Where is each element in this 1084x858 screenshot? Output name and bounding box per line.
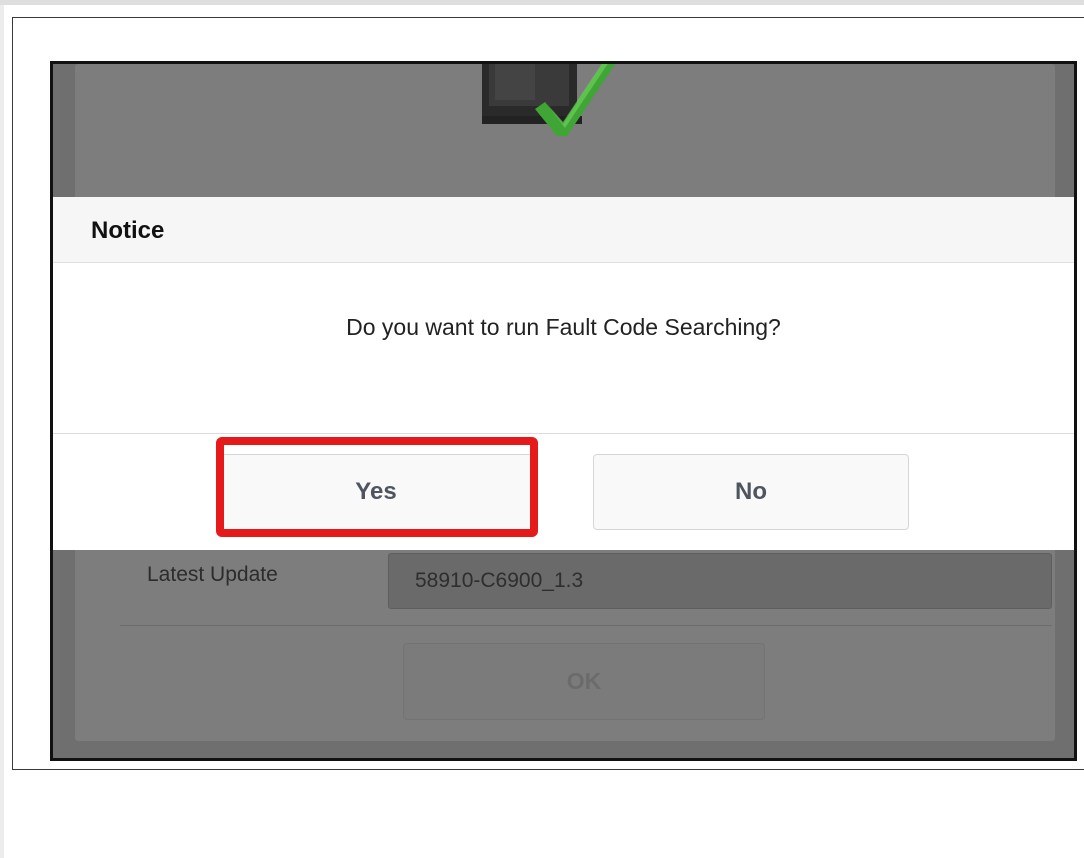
- dialog-divider: [53, 433, 1074, 434]
- top-border: [0, 0, 1084, 5]
- device-check-icon: [482, 64, 616, 136]
- divider: [120, 625, 1052, 626]
- left-border: [0, 5, 4, 858]
- dialog-header: Notice: [53, 197, 1074, 263]
- notice-dialog: Notice Do you want to run Fault Code Sea…: [53, 197, 1074, 550]
- latest-update-value: 58910-C6900_1.3: [415, 569, 584, 592]
- device-screen: Latest Update 58910-C6900_1.3 OK Notice …: [50, 61, 1077, 761]
- dialog-title: Notice: [91, 217, 165, 244]
- latest-update-field: 58910-C6900_1.3: [388, 553, 1052, 609]
- no-button[interactable]: No: [593, 454, 909, 530]
- ok-button[interactable]: OK: [403, 643, 765, 720]
- latest-update-label: Latest Update: [147, 563, 278, 586]
- dialog-message: Do you want to run Fault Code Searching?: [346, 314, 781, 340]
- yes-button-highlight: [216, 437, 538, 537]
- screenshot-frame: Latest Update 58910-C6900_1.3 OK Notice …: [12, 17, 1084, 770]
